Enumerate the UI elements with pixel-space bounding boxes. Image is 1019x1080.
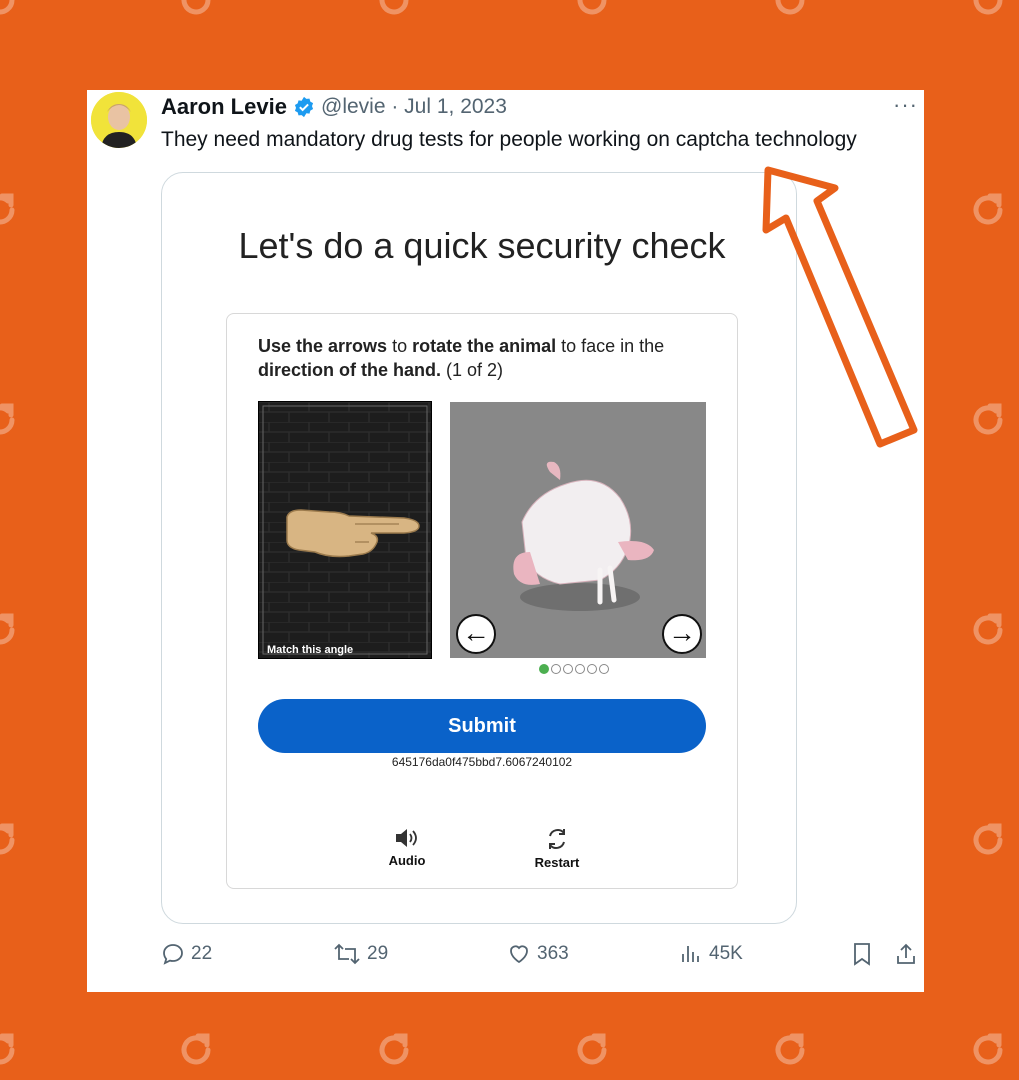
- speaker-icon: [396, 829, 417, 847]
- repeat-icon: [0, 613, 15, 645]
- repeat-icon: [379, 1033, 409, 1065]
- progress-dot: [563, 664, 573, 674]
- repeat-icon: [775, 1033, 805, 1065]
- repeat-icon: [0, 403, 15, 435]
- repeat-icon: [0, 1033, 15, 1065]
- bookmark-button[interactable]: [851, 942, 873, 966]
- tweet-text: They need mandatory drug tests for peopl…: [161, 128, 857, 151]
- captcha-widget: Use the arrows to rotate the animal to f…: [226, 313, 738, 889]
- reference-hand-image: Match this angle: [258, 401, 432, 659]
- retweet-icon: [334, 943, 360, 965]
- restart-button[interactable]: Restart: [527, 826, 587, 870]
- progress-dot: [539, 664, 549, 674]
- verified-badge-icon: [294, 96, 314, 118]
- audio-label: Audio: [388, 853, 426, 868]
- author-name[interactable]: Aaron Levie: [161, 94, 287, 120]
- analytics-icon: [682, 946, 699, 962]
- bookmark-icon: [854, 943, 870, 966]
- tweet-media[interactable]: Let's do a quick security check Use the …: [161, 172, 797, 924]
- repeat-icon: [577, 0, 607, 15]
- progress-dot: [587, 664, 597, 674]
- rotatable-animal-image: ← →: [450, 402, 706, 658]
- repeat-icon: [973, 1033, 1003, 1065]
- retweet-count: 29: [367, 943, 389, 964]
- repeat-icon: [973, 193, 1003, 225]
- session-token: 645176da0f475bbd7.6067240102: [391, 755, 573, 769]
- progress-dots: [539, 664, 611, 674]
- retweet-button[interactable]: 29: [333, 942, 388, 966]
- repeat-icon: [379, 0, 409, 15]
- heart-icon: [510, 945, 528, 964]
- tweet-card: Aaron Levie @levie · Jul 1, 2023 ··· The…: [87, 90, 924, 992]
- repeat-icon: [0, 0, 15, 15]
- repeat-icon: [973, 613, 1003, 645]
- rotate-right-button[interactable]: →: [662, 614, 702, 654]
- share-icon: [897, 943, 915, 964]
- handle-and-date[interactable]: @levie · Jul 1, 2023: [321, 95, 507, 119]
- avatar[interactable]: [91, 92, 147, 148]
- repeat-icon: [181, 0, 211, 15]
- reply-icon: [163, 944, 183, 965]
- reply-count: 22: [191, 943, 213, 964]
- views-button[interactable]: 45K: [679, 942, 743, 966]
- repeat-icon: [775, 0, 805, 15]
- match-angle-caption: Match this angle: [267, 644, 354, 656]
- restart-icon: [549, 829, 565, 849]
- repeat-icon: [973, 823, 1003, 855]
- tweet-actions: 22 29 363 45K: [161, 942, 921, 972]
- repeat-icon: [181, 1033, 211, 1065]
- audio-button[interactable]: Audio: [379, 826, 435, 868]
- repeat-icon: [0, 823, 15, 855]
- repeat-icon: [577, 1033, 607, 1065]
- progress-dot: [575, 664, 585, 674]
- share-button[interactable]: [895, 942, 917, 966]
- views-count: 45K: [709, 943, 743, 964]
- repeat-icon: [0, 193, 15, 225]
- restart-label: Restart: [534, 855, 580, 870]
- repeat-icon: [973, 0, 1003, 15]
- submit-button[interactable]: Submit: [258, 699, 706, 753]
- progress-dot: [599, 664, 609, 674]
- repeat-icon: [973, 403, 1003, 435]
- like-button[interactable]: 363: [507, 942, 569, 966]
- security-check-title: Let's do a quick security check: [238, 225, 726, 266]
- like-count: 363: [537, 943, 569, 964]
- captcha-instruction: Use the arrows to rotate the animal to f…: [258, 336, 665, 380]
- progress-dot: [551, 664, 561, 674]
- reply-button[interactable]: 22: [161, 942, 212, 966]
- more-options-icon[interactable]: ···: [893, 92, 918, 118]
- rotate-left-button[interactable]: ←: [456, 614, 496, 654]
